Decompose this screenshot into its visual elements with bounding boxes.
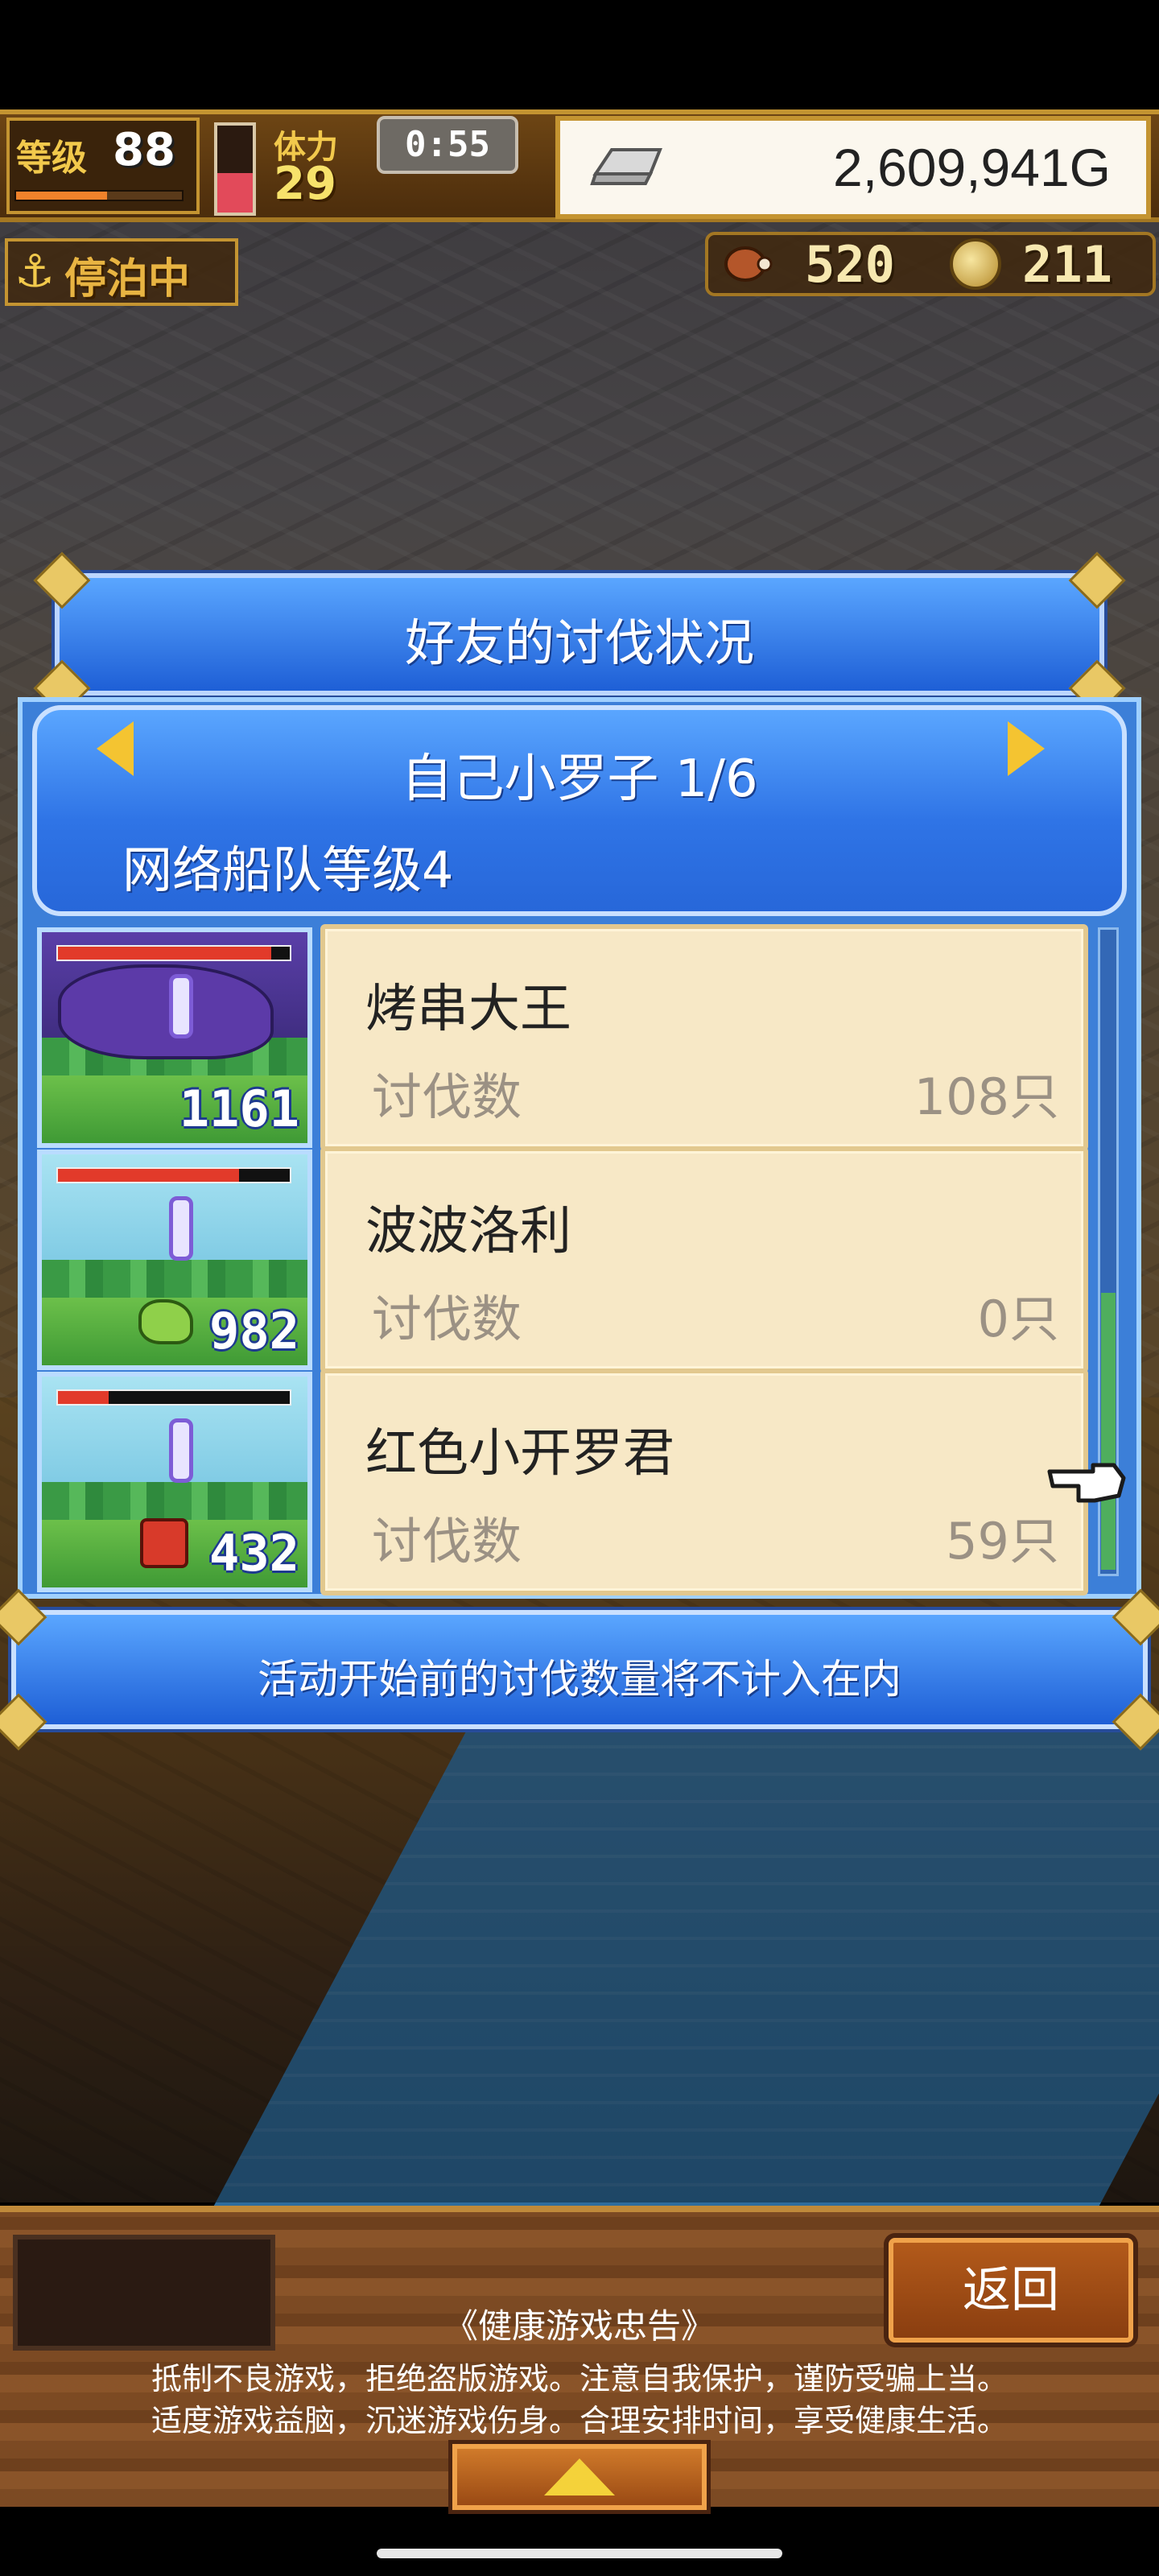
- meat-icon: [724, 246, 773, 282]
- hp-gauge-fill: [217, 173, 253, 213]
- kills-value: 0只: [977, 1290, 1059, 1348]
- friend-name: 自己小罗子 1/6: [401, 749, 758, 809]
- kills-value: 108只: [914, 1067, 1059, 1126]
- monster-name: 波波洛利: [365, 1202, 571, 1261]
- thumb-hp-bar: [56, 1389, 291, 1406]
- list-item[interactable]: 波波洛利 讨伐数 0只: [320, 1146, 1088, 1373]
- dialog-title: 好友的讨伐状况: [404, 613, 754, 672]
- monster-name: 红色小开罗君: [365, 1424, 674, 1484]
- list-item[interactable]: 烤串大王 讨伐数 108只: [320, 924, 1088, 1151]
- monster-thumbnail[interactable]: 1161: [37, 927, 312, 1148]
- thumb-hp-bar: [56, 1167, 291, 1183]
- thumb-trees: [42, 1260, 307, 1302]
- thumb-hp-bar: [56, 945, 291, 961]
- thumb-count: 1161: [179, 1080, 299, 1138]
- alert-mark-icon: [169, 1196, 193, 1261]
- list-item[interactable]: 红色小开罗君 讨伐数 59只: [320, 1368, 1088, 1596]
- thumb-hp-fill: [58, 1169, 239, 1182]
- level-progress-bar: [14, 190, 184, 201]
- level-label: 等级: [16, 138, 87, 179]
- kills-label: 讨伐数: [372, 1067, 522, 1126]
- green-slime-monster: [138, 1299, 193, 1344]
- up-arrow-icon: [544, 2458, 615, 2496]
- thumb-hp-fill: [58, 947, 271, 960]
- silver-ingot-icon: [590, 148, 662, 185]
- monster-name: 烤串大王: [365, 980, 571, 1039]
- kills-value: 59只: [946, 1512, 1059, 1571]
- stamina-value: 29: [274, 158, 336, 210]
- anchor-icon: ⚓: [14, 246, 56, 298]
- fleet-level: 网络船队等级4: [122, 840, 454, 899]
- medal-resource-value: 211: [1022, 235, 1112, 294]
- notice-text: 活动开始前的讨伐数量将不计入在内: [258, 1656, 901, 1703]
- gold-value: 2,609,941G: [833, 138, 1111, 197]
- monster-thumbnail[interactable]: 432: [37, 1372, 312, 1592]
- food-resource-value: 520: [805, 235, 895, 294]
- alert-mark-icon: [169, 974, 193, 1038]
- stamina-timer: 0:55: [377, 116, 518, 174]
- purple-monster: [58, 964, 274, 1059]
- medal-icon: [950, 238, 1001, 290]
- thumb-hp-fill: [58, 1391, 109, 1404]
- thumb-count: 982: [209, 1302, 299, 1360]
- monster-thumbnail[interactable]: 982: [37, 1150, 312, 1370]
- docked-status-label: 停泊中: [64, 255, 191, 303]
- pointing-hand-icon: [1047, 1463, 1126, 1503]
- health-advice-line: 抵制不良游戏，拒绝盗版游戏。注意自我保护，谨防受骗上当。: [151, 2361, 1008, 2396]
- level-progress-fill: [16, 192, 108, 200]
- health-advice-title: 《健康游戏忠告》: [443, 2306, 715, 2346]
- level-value: 88: [113, 124, 175, 176]
- hp-gauge: [214, 122, 256, 216]
- kills-label: 讨伐数: [372, 1290, 522, 1348]
- scrollbar-thumb[interactable]: [1101, 1293, 1116, 1570]
- health-advice-line: 适度游戏益脑，沉迷游戏伤身。合理安排时间，享受健康生活。: [151, 2403, 1008, 2438]
- alert-mark-icon: [169, 1418, 193, 1483]
- thumb-count: 432: [209, 1524, 299, 1583]
- kills-label: 讨伐数: [372, 1512, 522, 1571]
- home-indicator[interactable]: [377, 2549, 782, 2558]
- red-monster: [140, 1518, 188, 1568]
